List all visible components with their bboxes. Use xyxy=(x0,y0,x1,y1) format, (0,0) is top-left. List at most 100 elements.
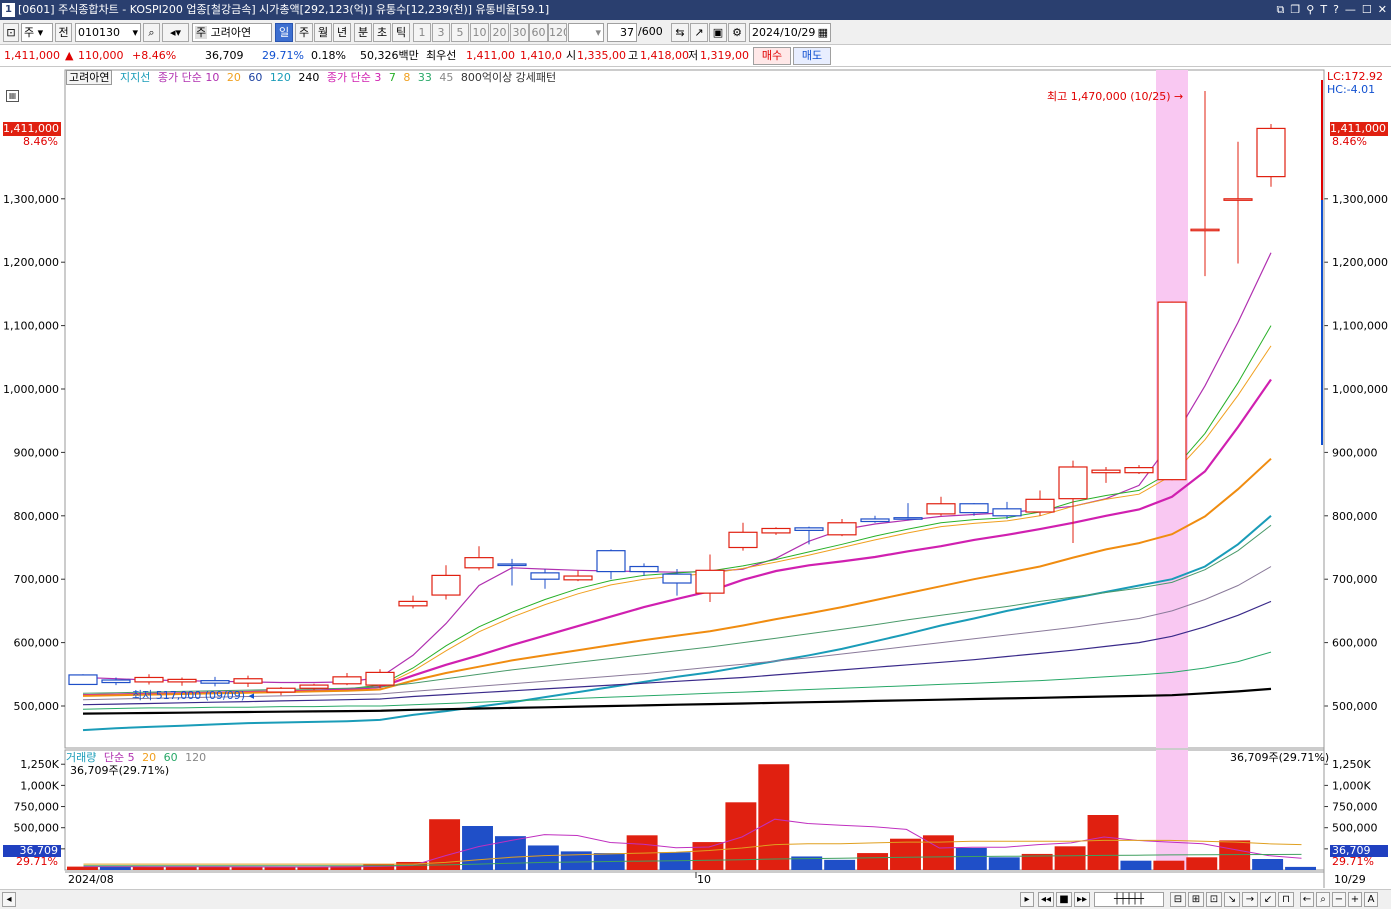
text-tool-icon[interactable]: A xyxy=(1364,892,1378,907)
legend-ma-120[interactable]: 120 xyxy=(270,71,291,84)
volume-bar xyxy=(1120,860,1152,870)
volume-bar xyxy=(264,867,296,870)
y-tick-label-left: 900,000 xyxy=(14,446,60,459)
y-tick-label-right: 800,000 xyxy=(1332,510,1378,523)
volume-bar xyxy=(165,867,197,870)
navigation-bar: ◂ ▸ ◂◂ ■ ▸▸ ┼┼┼┼┼ ⊟ ⊞ ⊡ ↘ → ↙ ⊓ ← ⌕ − + … xyxy=(0,889,1391,909)
low-annotation-text: 최저 517,000 (09/09) xyxy=(132,689,246,702)
vol-tick-label-right: 500,000 xyxy=(1332,822,1378,835)
volume-legend-simple[interactable]: 단순 5 xyxy=(104,751,135,764)
candle-body xyxy=(530,572,560,580)
legend-pattern[interactable]: 800억이상 강세패턴 xyxy=(461,71,556,84)
y-tick-label-left: 1,200,000 xyxy=(3,256,59,269)
arrow-diag-icon[interactable]: ↙ xyxy=(1260,892,1276,907)
y-tick-label-right: 1,300,000 xyxy=(1332,193,1388,206)
candle-body xyxy=(992,508,1022,517)
volume-bar xyxy=(1054,846,1086,870)
volume-bar xyxy=(824,859,856,870)
arrow-right-icon[interactable]: → xyxy=(1242,892,1258,907)
arrow-down-icon[interactable]: ↘ xyxy=(1224,892,1240,907)
high-annotation-text: 최고 1,470,000 (10/25) xyxy=(1047,90,1171,103)
y-tick-label-left: 1,100,000 xyxy=(3,320,59,333)
vol-tick-label-right: 1,250K xyxy=(1332,758,1371,771)
candle-body xyxy=(233,678,263,684)
legend-ma2-8[interactable]: 8 xyxy=(403,71,410,84)
volume-bar xyxy=(1186,857,1218,870)
rewind-button[interactable]: ◂◂ xyxy=(1038,892,1054,907)
price-pct-right: 8.46% xyxy=(1332,135,1367,148)
candle-body xyxy=(332,676,362,685)
candle-body xyxy=(926,503,956,515)
legend-ma2-label[interactable]: 종가 단순 3 xyxy=(327,71,381,84)
layout-b-icon[interactable]: ⊞ xyxy=(1188,892,1204,907)
vol-tick-label-left: 750,000 xyxy=(14,801,60,814)
high-annotation: 최고 1,470,000 (10/25) → xyxy=(1047,88,1183,104)
legend-ma-label[interactable]: 종가 단순 10 xyxy=(158,71,219,84)
volume-legend-20[interactable]: 20 xyxy=(142,751,156,764)
volume-bar xyxy=(758,764,790,870)
candle-body xyxy=(1091,469,1121,474)
candle-body xyxy=(728,531,758,549)
vol-tick-label-left: 1,000K xyxy=(20,779,59,792)
legend-stock-name[interactable]: 고려아연 xyxy=(66,70,113,85)
candle-body xyxy=(629,565,659,573)
y-tick-label-right: 500,000 xyxy=(1332,700,1378,713)
low-annotation: 최저 517,000 (09/09) ◂ xyxy=(132,687,254,703)
volume-legend-60[interactable]: 60 xyxy=(164,751,178,764)
y-tick-label-left: 1,000,000 xyxy=(3,383,59,396)
price-tag-left: 1,411,000 xyxy=(3,122,61,136)
vol-tick-label-left: 1,250K xyxy=(20,758,59,771)
candle-body xyxy=(761,527,791,534)
layout-c-icon[interactable]: ⊡ xyxy=(1206,892,1222,907)
price-chart[interactable]: 500,000 500,000 600,000 600,000 700,000 700,0… xyxy=(0,0,1391,909)
right-arrow-icon: → xyxy=(1174,90,1184,103)
y-tick-label-left: 1,300,000 xyxy=(3,193,59,206)
zoom-in-icon[interactable]: + xyxy=(1348,892,1362,907)
chart-type-icon[interactable]: ⊓ xyxy=(1278,892,1294,907)
y-tick-label-left: 700,000 xyxy=(14,573,60,586)
volume-bar xyxy=(1153,860,1185,870)
zoom-icon[interactable]: ⌕ xyxy=(1316,892,1330,907)
forward-button[interactable]: ▸▸ xyxy=(1074,892,1090,907)
arrow-left-icon[interactable]: ← xyxy=(1300,892,1314,907)
x-label-start: 2024/08 xyxy=(68,873,114,886)
candle-body xyxy=(596,550,626,573)
volume-bar xyxy=(692,842,724,870)
volume-bar xyxy=(1087,815,1119,870)
x-label-end: 10/29 xyxy=(1334,873,1366,886)
price-pct-left: 8.46% xyxy=(23,135,58,148)
scroll-left-button[interactable]: ◂ xyxy=(2,892,16,907)
legend-ma-20[interactable]: 20 xyxy=(227,71,241,84)
y-tick-label-right: 600,000 xyxy=(1332,637,1378,650)
volume-legend-label[interactable]: 거래량 xyxy=(66,751,96,764)
candle-body xyxy=(794,527,824,531)
highlight-band-volume xyxy=(1156,750,1188,870)
candle-body xyxy=(1058,466,1088,500)
zoom-slider[interactable]: ┼┼┼┼┼ xyxy=(1094,892,1164,907)
legend-ma2-33[interactable]: 33 xyxy=(418,71,432,84)
legend-support[interactable]: 지지선 xyxy=(120,71,150,84)
candle-body xyxy=(1157,301,1187,481)
volume-note: 36,709주(29.71%) xyxy=(70,764,170,777)
candle-body xyxy=(1025,498,1055,513)
candle-body xyxy=(563,575,593,581)
legend-ma2-7[interactable]: 7 xyxy=(389,71,396,84)
legend-ma-60[interactable]: 60 xyxy=(248,71,262,84)
stop-button[interactable]: ■ xyxy=(1056,892,1072,907)
legend-ma2-45[interactable]: 45 xyxy=(439,71,453,84)
volume-pct-right: 29.71% xyxy=(1332,855,1374,868)
volume-note-right: 36,709주(29.71%) xyxy=(1230,751,1330,764)
volume-legend-120[interactable]: 120 xyxy=(185,751,206,764)
candle-body xyxy=(662,573,692,584)
volume-pct-left: 29.71% xyxy=(16,855,58,868)
volume-bar xyxy=(494,836,526,870)
volume-bar xyxy=(231,867,263,870)
legend-ma-240[interactable]: 240 xyxy=(298,71,319,84)
scroll-right-button[interactable]: ▸ xyxy=(1020,892,1034,907)
layout-a-icon[interactable]: ⊟ xyxy=(1170,892,1186,907)
candle-body xyxy=(497,563,527,567)
volume-bar xyxy=(988,857,1020,870)
zoom-out-icon[interactable]: − xyxy=(1332,892,1346,907)
y-tick-label-left: 800,000 xyxy=(14,510,60,523)
volume-bar xyxy=(922,835,954,870)
